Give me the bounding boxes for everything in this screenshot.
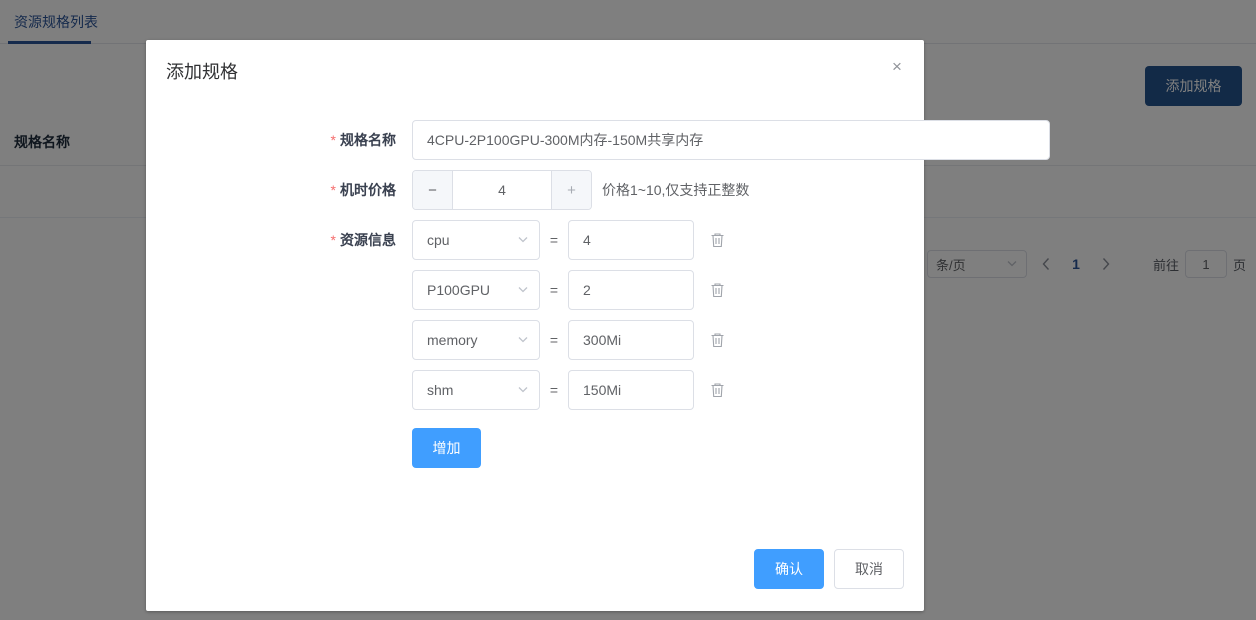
required-asterisk: * xyxy=(331,232,336,248)
resource-type-select[interactable]: memory xyxy=(412,320,540,360)
control-price: − 4 + xyxy=(412,170,592,210)
equals-sign: = xyxy=(540,282,568,298)
form-row-resource-2: memory = 300Mi xyxy=(146,320,924,370)
label-text: 机时价格 xyxy=(340,180,396,200)
trash-glyph xyxy=(710,232,725,248)
label-resource-info: * 资源信息 xyxy=(146,220,408,260)
form-row-resource-0: * 资源信息 cpu = 4 xyxy=(146,220,924,270)
dialog-footer: 确认 取消 xyxy=(754,549,904,589)
spec-form: * 规格名称 4CPU-2P100GPU-300M内存-150M共享内存 * 机… xyxy=(146,120,924,476)
add-spec-dialog: 添加规格 × * 规格名称 4CPU-2P100GPU-300M内存-150M共… xyxy=(146,40,924,611)
price-hint-text: 价格1~10,仅支持正整数 xyxy=(602,170,749,210)
trash-glyph xyxy=(710,382,725,398)
form-row-resource-1: P100GPU = 2 xyxy=(146,270,924,320)
label-price: * 机时价格 xyxy=(146,170,408,210)
resource-value-input[interactable]: 300Mi xyxy=(568,320,694,360)
resource-type-value: cpu xyxy=(427,232,450,248)
cancel-button[interactable]: 取消 xyxy=(834,549,904,589)
resource-type-select[interactable]: cpu xyxy=(412,220,540,260)
price-value-input[interactable]: 4 xyxy=(453,171,551,209)
required-asterisk: * xyxy=(331,182,336,198)
label-spec-name: * 规格名称 xyxy=(146,120,408,160)
resource-type-value: P100GPU xyxy=(427,282,490,298)
trash-icon[interactable] xyxy=(702,370,732,410)
form-row-price: * 机时价格 − 4 + 价格1~10,仅支持正整数 xyxy=(146,170,924,220)
trash-glyph xyxy=(710,282,725,298)
resource-value-input[interactable]: 150Mi xyxy=(568,370,694,410)
add-resource-row-wrapper: 增加 xyxy=(146,420,924,476)
resource-row: cpu = 4 xyxy=(412,220,732,260)
resource-type-select[interactable]: shm xyxy=(412,370,540,410)
trash-glyph xyxy=(710,332,725,348)
label-text: 资源信息 xyxy=(340,230,396,250)
resource-row: P100GPU = 2 xyxy=(412,270,732,310)
resource-type-value: memory xyxy=(427,332,478,348)
equals-sign: = xyxy=(540,332,568,348)
resource-row: shm = 150Mi xyxy=(412,370,732,410)
spec-name-input[interactable]: 4CPU-2P100GPU-300M内存-150M共享内存 xyxy=(412,120,1050,160)
trash-icon[interactable] xyxy=(702,270,732,310)
price-decrement-button[interactable]: − xyxy=(413,171,453,209)
equals-sign: = xyxy=(540,382,568,398)
add-resource-button[interactable]: 增加 xyxy=(412,428,481,468)
form-row-resource-3: shm = 150Mi xyxy=(146,370,924,420)
dialog-title: 添加规格 xyxy=(166,58,238,84)
chevron-down-icon xyxy=(517,383,529,395)
close-icon[interactable]: × xyxy=(884,54,910,80)
price-increment-button[interactable]: + xyxy=(551,171,591,209)
resource-value-input[interactable]: 2 xyxy=(568,270,694,310)
trash-icon[interactable] xyxy=(702,220,732,260)
label-text: 规格名称 xyxy=(340,130,396,150)
control-spec-name: 4CPU-2P100GPU-300M内存-150M共享内存 xyxy=(412,120,1050,160)
chevron-down-icon xyxy=(517,333,529,345)
chevron-down-icon xyxy=(517,283,529,295)
resource-value-input[interactable]: 4 xyxy=(568,220,694,260)
chevron-down-icon xyxy=(517,233,529,245)
confirm-button[interactable]: 确认 xyxy=(754,549,824,589)
price-stepper: − 4 + xyxy=(412,170,592,210)
form-row-spec-name: * 规格名称 4CPU-2P100GPU-300M内存-150M共享内存 xyxy=(146,120,924,170)
resource-row: memory = 300Mi xyxy=(412,320,732,360)
required-asterisk: * xyxy=(331,132,336,148)
trash-icon[interactable] xyxy=(702,320,732,360)
resource-type-select[interactable]: P100GPU xyxy=(412,270,540,310)
equals-sign: = xyxy=(540,232,568,248)
resource-type-value: shm xyxy=(427,382,453,398)
